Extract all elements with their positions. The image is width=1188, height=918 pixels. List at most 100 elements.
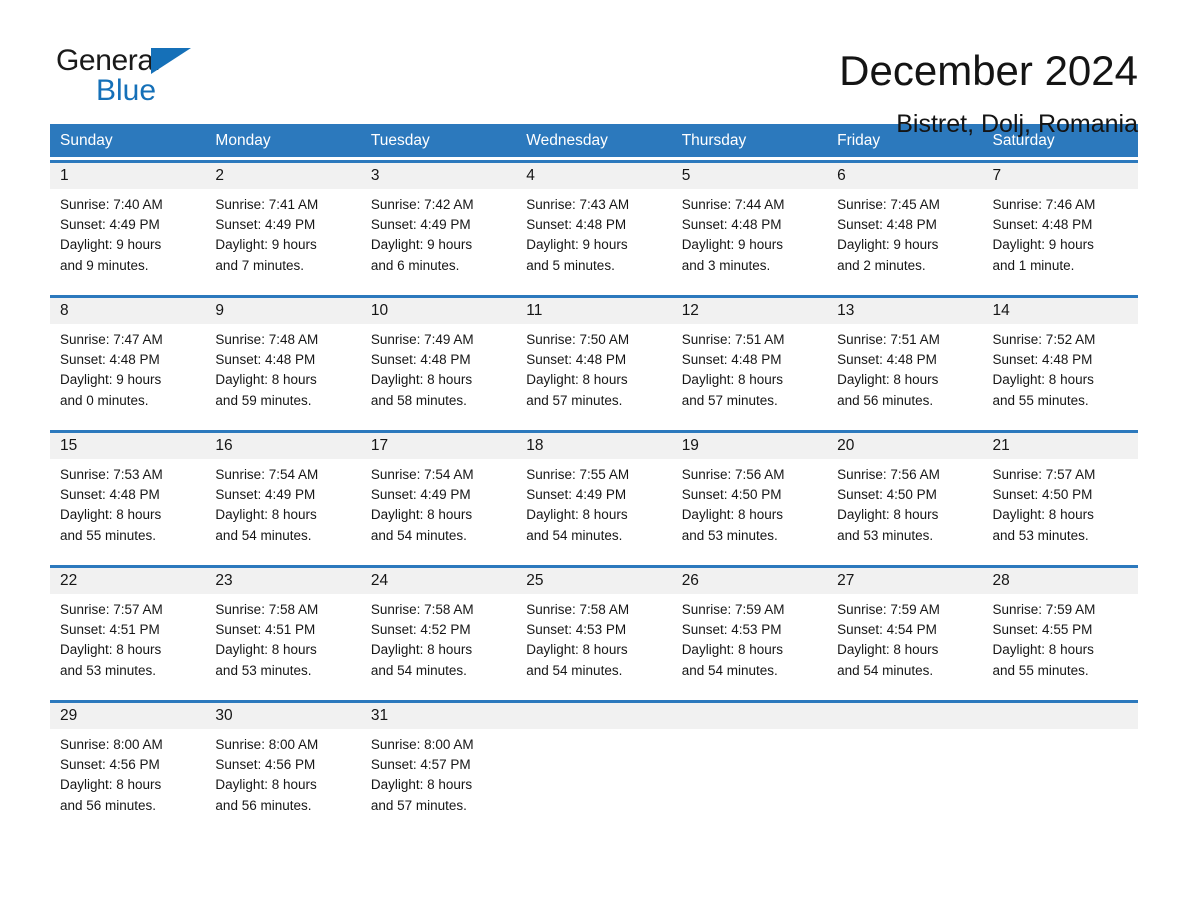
general-blue-logo[interactable]: General Blue [50, 44, 200, 108]
day-number[interactable]: 24 [361, 568, 516, 594]
sunset-text: Sunset: 4:53 PM [526, 622, 627, 638]
day-number[interactable]: 8 [50, 298, 205, 324]
day-number[interactable]: 26 [672, 568, 827, 594]
day-cell[interactable]: Sunrise: 8:00 AM Sunset: 4:56 PM Daylight:… [205, 729, 360, 824]
day-number[interactable]: 18 [516, 433, 671, 459]
day-number[interactable]: 7 [983, 163, 1138, 189]
day-number[interactable]: 10 [361, 298, 516, 324]
day-cell[interactable]: Sunrise: 7:56 AM Sunset: 4:50 PM Daylight:… [672, 459, 827, 554]
day-number[interactable]: 15 [50, 433, 205, 459]
sunset-text: Sunset: 4:48 PM [215, 352, 316, 368]
day-cell[interactable]: Sunrise: 7:57 AM Sunset: 4:51 PM Daylight:… [50, 594, 205, 689]
day-number[interactable]: 11 [516, 298, 671, 324]
day-number[interactable]: 21 [983, 433, 1138, 459]
daylight-line2-text: and 59 minutes. [215, 392, 312, 408]
daylight-line2-text: and 54 minutes. [837, 662, 934, 678]
day-cell[interactable]: Sunrise: 7:54 AM Sunset: 4:49 PM Daylight:… [361, 459, 516, 554]
day-number[interactable]: 1 [50, 163, 205, 189]
day-cell[interactable]: Sunrise: 8:00 AM Sunset: 4:56 PM Daylight:… [50, 729, 205, 824]
day-cell[interactable]: Sunrise: 7:59 AM Sunset: 4:53 PM Daylight:… [672, 594, 827, 689]
sunset-text: Sunset: 4:54 PM [837, 622, 937, 638]
day-cell[interactable]: Sunrise: 7:56 AM Sunset: 4:50 PM Daylight:… [827, 459, 982, 554]
daylight-line1-text: Daylight: 9 hours [681, 237, 783, 253]
day-number[interactable]: 12 [672, 298, 827, 324]
day-number[interactable]: 31 [361, 703, 516, 729]
day-cell[interactable]: Sunrise: 7:40 AM Sunset: 4:49 PM Daylight:… [50, 189, 205, 284]
day-cell[interactable]: Sunrise: 7:47 AM Sunset: 4:48 PM Daylight:… [50, 324, 205, 419]
sunset-text: Sunset: 4:48 PM [837, 217, 937, 233]
day-number[interactable]: 19 [672, 433, 827, 459]
day-cell[interactable]: Sunrise: 7:54 AM Sunset: 4:49 PM Daylight:… [205, 459, 360, 554]
day-cell[interactable]: Sunrise: 7:45 AM Sunset: 4:48 PM Daylight:… [827, 189, 982, 284]
day-cell-empty [672, 729, 827, 824]
daylight-line1-text: Daylight: 9 hours [992, 237, 1094, 253]
day-number[interactable]: 16 [205, 433, 360, 459]
daylight-line1-text: Daylight: 8 hours [992, 372, 1094, 388]
day-number[interactable]: 29 [50, 703, 205, 729]
day-cell[interactable]: Sunrise: 7:59 AM Sunset: 4:55 PM Daylight:… [983, 594, 1138, 689]
day-number[interactable]: 4 [516, 163, 671, 189]
sunset-text: Sunset: 4:50 PM [681, 487, 782, 503]
daylight-line2-text: and 55 minutes. [992, 392, 1089, 408]
daylight-line1-text: Daylight: 8 hours [215, 642, 317, 658]
day-number[interactable]: 22 [50, 568, 205, 594]
day-detail-row: Sunrise: 7:40 AM Sunset: 4:49 PM Daylight:… [50, 189, 1138, 284]
sunset-text: Sunset: 4:50 PM [992, 487, 1093, 503]
day-cell[interactable]: Sunrise: 7:57 AM Sunset: 4:50 PM Daylight:… [983, 459, 1138, 554]
day-number[interactable]: 28 [983, 568, 1138, 594]
daylight-line1-text: Daylight: 8 hours [681, 372, 783, 388]
day-cell[interactable]: Sunrise: 7:43 AM Sunset: 4:48 PM Daylight:… [516, 189, 671, 284]
day-cell[interactable]: Sunrise: 7:53 AM Sunset: 4:48 PM Daylight:… [50, 459, 205, 554]
day-cell[interactable]: Sunrise: 7:50 AM Sunset: 4:48 PM Daylight:… [516, 324, 671, 419]
daylight-line1-text: Daylight: 9 hours [60, 237, 162, 253]
day-cell[interactable]: Sunrise: 8:00 AM Sunset: 4:57 PM Daylight:… [361, 729, 516, 824]
day-cell[interactable]: Sunrise: 7:58 AM Sunset: 4:51 PM Daylight:… [205, 594, 360, 689]
sunrise-text: Sunrise: 7:51 AM [681, 332, 785, 347]
day-number[interactable]: 13 [827, 298, 982, 324]
day-number[interactable]: 23 [205, 568, 360, 594]
day-cell[interactable]: Sunrise: 7:48 AM Sunset: 4:48 PM Daylight:… [205, 324, 360, 419]
day-cell[interactable]: Sunrise: 7:51 AM Sunset: 4:48 PM Daylight:… [827, 324, 982, 419]
day-cell[interactable]: Sunrise: 7:49 AM Sunset: 4:48 PM Daylight:… [361, 324, 516, 419]
logo-text-general: General [56, 44, 160, 77]
day-cell[interactable]: Sunrise: 7:58 AM Sunset: 4:53 PM Daylight:… [516, 594, 671, 689]
daylight-line1-text: Daylight: 9 hours [370, 237, 473, 253]
day-number[interactable]: 30 [205, 703, 360, 729]
day-cell[interactable]: Sunrise: 7:46 AM Sunset: 4:48 PM Daylight:… [983, 189, 1138, 284]
daylight-line2-text: and 56 minutes. [60, 797, 157, 813]
day-number[interactable]: 3 [361, 163, 516, 189]
daylight-line2-text: and 58 minutes. [370, 392, 467, 408]
day-number[interactable]: 25 [516, 568, 671, 594]
day-cell[interactable]: Sunrise: 7:44 AM Sunset: 4:48 PM Daylight:… [672, 189, 827, 284]
daylight-line1-text: Daylight: 8 hours [60, 507, 162, 523]
sunset-text: Sunset: 4:56 PM [60, 757, 160, 773]
day-number-band: 29 30 31 [50, 703, 1138, 729]
daylight-line2-text: and 54 minutes. [681, 662, 778, 678]
page-title: December 2024 [839, 47, 1138, 94]
sunset-text: Sunset: 4:48 PM [681, 217, 782, 233]
day-cell[interactable]: Sunrise: 7:55 AM Sunset: 4:49 PM Daylight:… [516, 459, 671, 554]
calendar-week-row: 29 30 31 Sunrise: 8:00 AM Sunset: 4:56 PM Day… [50, 700, 1138, 824]
day-number[interactable]: 9 [205, 298, 360, 324]
sunset-text: Sunset: 4:49 PM [526, 487, 627, 503]
day-number[interactable]: 20 [827, 433, 982, 459]
day-number[interactable]: 2 [205, 163, 360, 189]
daylight-line2-text: and 55 minutes. [992, 662, 1089, 678]
day-cell[interactable]: Sunrise: 7:41 AM Sunset: 4:49 PM Daylight:… [205, 189, 360, 284]
day-number[interactable]: 17 [361, 433, 516, 459]
sunrise-text: Sunrise: 7:41 AM [215, 197, 319, 212]
day-number[interactable]: 5 [672, 163, 827, 189]
sunrise-text: Sunrise: 7:43 AM [526, 197, 630, 212]
day-cell[interactable]: Sunrise: 7:58 AM Sunset: 4:52 PM Daylight:… [361, 594, 516, 689]
day-cell[interactable]: Sunrise: 7:59 AM Sunset: 4:54 PM Daylight:… [827, 594, 982, 689]
day-cell-empty [516, 729, 671, 824]
day-cell[interactable]: Sunrise: 7:52 AM Sunset: 4:48 PM Daylight:… [983, 324, 1138, 419]
daylight-line2-text: and 56 minutes. [837, 392, 934, 408]
day-number[interactable]: 27 [827, 568, 982, 594]
day-cell[interactable]: Sunrise: 7:51 AM Sunset: 4:48 PM Daylight:… [672, 324, 827, 419]
logo-text-blue: Blue [96, 74, 157, 107]
day-number[interactable]: 6 [827, 163, 982, 189]
day-cell[interactable]: Sunrise: 7:42 AM Sunset: 4:49 PM Daylight:… [361, 189, 516, 284]
sunrise-text: Sunrise: 7:44 AM [681, 197, 785, 212]
day-number[interactable]: 14 [983, 298, 1138, 324]
